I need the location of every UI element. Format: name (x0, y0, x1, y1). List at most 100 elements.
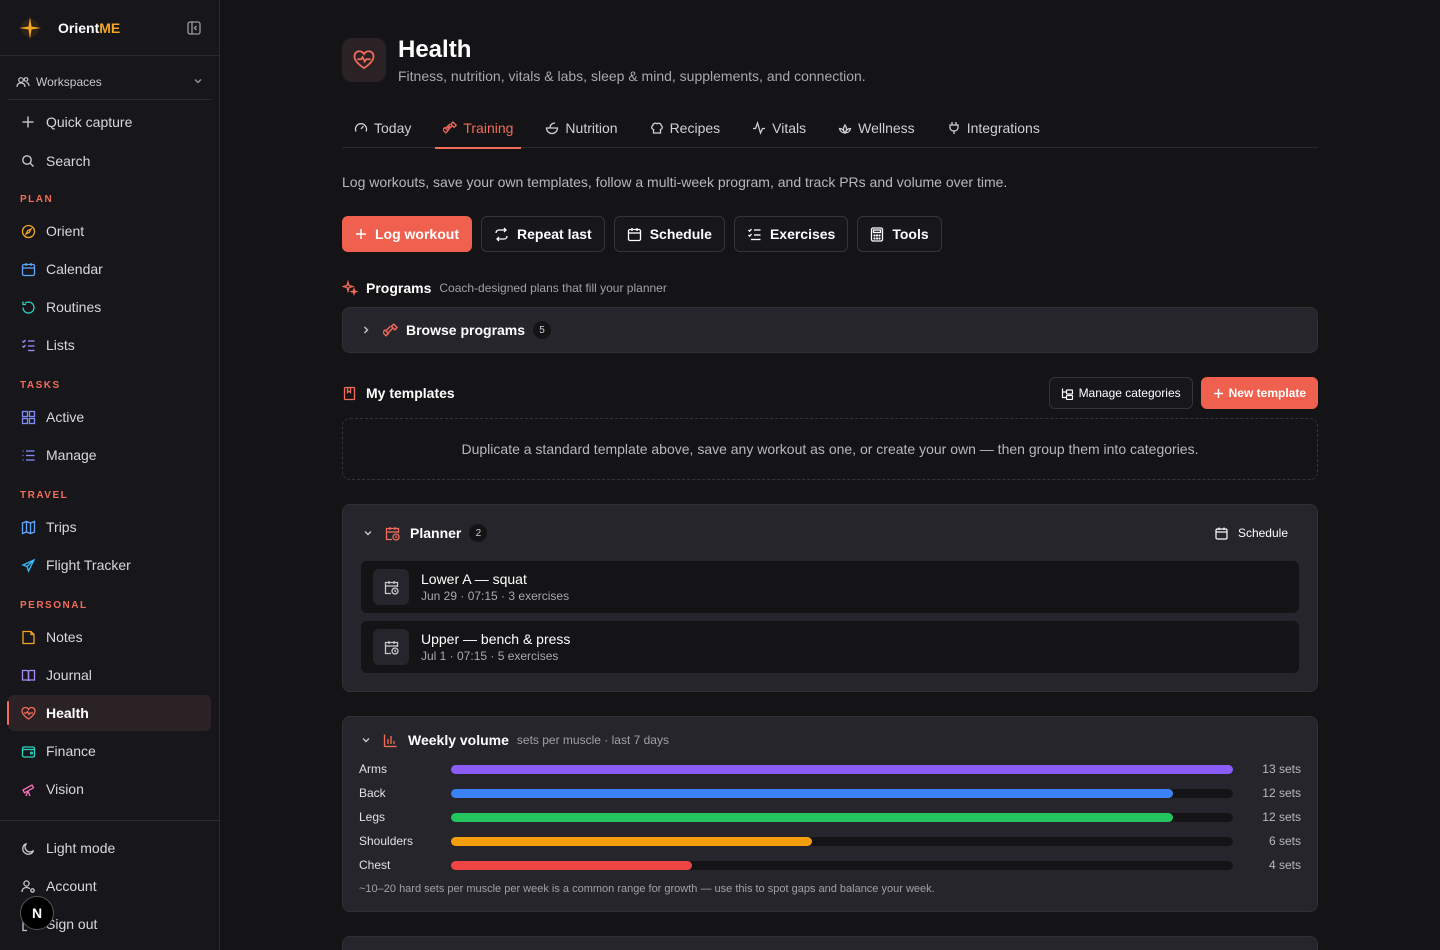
tab-training[interactable]: Training (431, 108, 525, 149)
tab-recipes[interactable]: Recipes (638, 108, 733, 148)
new-template-button[interactable]: New template (1200, 377, 1318, 409)
schedule-button[interactable]: Schedule (613, 216, 725, 252)
templates-header: My templates Manage categories New templ… (342, 377, 1318, 409)
tab-label: Integrations (966, 120, 1040, 136)
volume-label: Arms (359, 762, 387, 776)
grid-icon (20, 409, 36, 425)
calendar-clock-icon (385, 526, 400, 541)
programs-note: Coach-designed plans that fill your plan… (439, 281, 667, 295)
tab-vitals[interactable]: Vitals (740, 108, 818, 148)
volume-track (451, 836, 1233, 846)
sidebar-item-active[interactable]: Active (8, 399, 211, 435)
sidebar-item-orient[interactable]: Orient (8, 213, 211, 249)
page-subtitle: Fitness, nutrition, vitals & labs, sleep… (398, 68, 866, 84)
light-mode-toggle[interactable]: Light mode (8, 830, 211, 866)
volume-value: 12 sets (1262, 810, 1301, 824)
plane-icon (20, 557, 36, 573)
note-icon (20, 629, 36, 645)
volume-bar (451, 788, 1173, 798)
tab-today[interactable]: Today (342, 108, 423, 148)
dumbbell-icon (383, 322, 398, 338)
calculator-icon (870, 226, 884, 242)
templates-title: My templates (366, 385, 455, 401)
compass-icon (20, 223, 36, 239)
sidebar-item-label: Journal (46, 667, 92, 683)
log-workout-button[interactable]: Log workout (342, 216, 472, 252)
sidebar-item-label: Finance (46, 743, 96, 759)
planner-item-meta: Jul 1 · 07:15 · 5 exercises (421, 649, 559, 663)
sidebar-item-trips[interactable]: Trips (8, 509, 211, 545)
search-button[interactable]: Search (8, 143, 211, 179)
gauge-icon (354, 121, 368, 135)
tab-wellness[interactable]: Wellness (826, 108, 927, 148)
sidebar-item-flight-tracker[interactable]: Flight Tracker (8, 547, 211, 583)
browse-programs-row[interactable]: Browse programs 5 (342, 307, 1318, 353)
chevron-down-icon[interactable] (361, 735, 371, 745)
sidebar-item-lists[interactable]: Lists (8, 327, 211, 363)
sidebar-item-calendar[interactable]: Calendar (8, 251, 211, 287)
sidebar-item-finance[interactable]: Finance (8, 733, 211, 769)
brand-name: OrientME (58, 19, 121, 36)
repeat-icon (494, 227, 509, 242)
sidebar-item-notes[interactable]: Notes (8, 619, 211, 655)
calendar-clock-icon (373, 569, 409, 605)
tab-nutrition[interactable]: Nutrition (533, 108, 629, 148)
volume-value: 13 sets (1262, 762, 1301, 776)
button-label: Manage categories (1078, 386, 1181, 400)
planner-schedule-button[interactable]: Schedule (1204, 517, 1299, 549)
avatar[interactable]: N (20, 896, 54, 930)
volume-bar (451, 836, 812, 846)
button-label: Repeat last (517, 226, 592, 242)
chevron-right-icon (361, 325, 371, 335)
plus-icon (1213, 388, 1224, 399)
light-mode-label: Light mode (46, 840, 116, 856)
sparkles-icon (342, 280, 358, 296)
planner-header: Planner 2 Schedule (361, 517, 1299, 549)
chef-hat-icon (650, 121, 664, 135)
exercises-button[interactable]: Exercises (733, 216, 849, 252)
sidebar-item-label: Health (46, 705, 89, 721)
sidebar-item-journal[interactable]: Journal (8, 657, 211, 693)
programs-title: Programs (366, 280, 432, 296)
tools-button[interactable]: Tools (857, 216, 942, 252)
volume-row-shoulders: Shoulders 6 sets (359, 829, 1301, 853)
volume-value: 12 sets (1262, 786, 1301, 800)
bookmark-icon (342, 386, 357, 401)
sidebar-item-manage[interactable]: Manage (8, 437, 211, 473)
tab-integrations[interactable]: Integrations (935, 108, 1052, 148)
browse-programs-label: Browse programs (406, 322, 526, 338)
plus-icon (355, 228, 367, 240)
planner-item[interactable]: Lower A — squat Jun 29 · 07:15 · 3 exerc… (361, 561, 1299, 613)
quick-capture-button[interactable]: Quick capture (8, 104, 211, 140)
sidebar-item-label: Trips (46, 519, 77, 535)
sidebar-item-routines[interactable]: Routines (8, 289, 211, 325)
sign-out-label: Sign out (46, 916, 98, 932)
planner-item-title: Upper — bench & press (421, 631, 571, 647)
main-content: Health Fitness, nutrition, vitals & labs… (220, 0, 1440, 950)
calendar-plus-icon (1215, 527, 1228, 540)
volume-note: sets per muscle · last 7 days (516, 733, 669, 747)
sidebar-item-label: Notes (46, 629, 83, 645)
planner-title: Planner (410, 525, 462, 541)
volume-row-arms: Arms 13 sets (359, 757, 1301, 781)
account-label: Account (46, 878, 97, 894)
planner-card: Planner 2 Schedule Lower A — squat Jun 2… (342, 504, 1318, 692)
repeat-last-button[interactable]: Repeat last (481, 216, 605, 252)
tab-bar: Today Training Nutrition Recipes Vitals (342, 108, 1318, 149)
sidebar-item-label: Lists (46, 337, 75, 353)
sidebar-collapse-icon[interactable] (185, 19, 203, 37)
manage-categories-button[interactable]: Manage categories (1048, 377, 1193, 409)
lotus-icon (838, 121, 852, 135)
chevron-down-icon[interactable] (363, 528, 373, 538)
planner-item[interactable]: Upper — bench & press Jul 1 · 07:15 · 5 … (361, 621, 1299, 673)
sidebar-item-vision[interactable]: Vision (8, 771, 211, 807)
volume-track (451, 764, 1233, 774)
templates-empty-state: Duplicate a standard template above, sav… (342, 418, 1318, 480)
section-label-plan: PLAN (20, 193, 54, 205)
tab-label: Nutrition (565, 120, 618, 136)
volume-bars: Arms 13 sets Back 12 sets Legs 12 sets Shoulde… (359, 757, 1301, 877)
volume-track (451, 788, 1233, 798)
sidebar-item-health[interactable]: Health (7, 695, 211, 731)
volume-title: Weekly volume (408, 732, 509, 748)
workspaces-dropdown[interactable]: Workspaces (8, 64, 211, 100)
